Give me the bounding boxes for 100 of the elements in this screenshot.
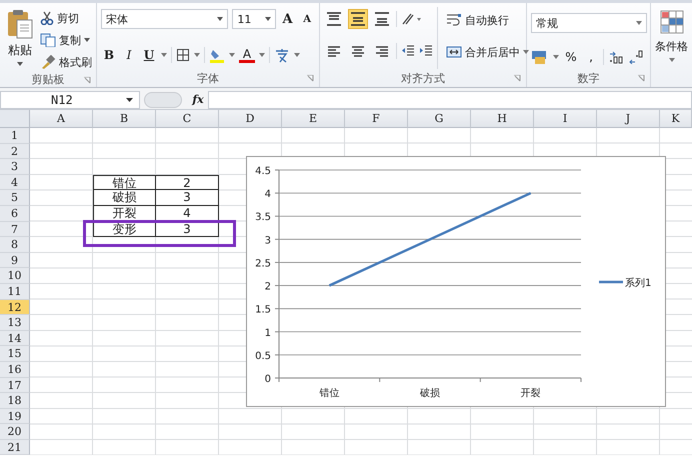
- borders-icon[interactable]: [176, 48, 190, 62]
- row-header[interactable]: 19: [0, 408, 30, 424]
- name-box[interactable]: N12: [0, 90, 140, 108]
- y-tick-label: 0: [264, 374, 271, 385]
- phonetic-icon[interactable]: [274, 47, 290, 63]
- table-cell: 错位: [93, 174, 156, 190]
- insert-function-button[interactable]: fx: [188, 93, 208, 106]
- y-tick-label: 4.5: [255, 166, 271, 177]
- x-tick-label: 破损: [420, 388, 440, 399]
- group-label: 剪贴板: [32, 72, 64, 86]
- bold-button[interactable]: B: [101, 46, 117, 64]
- font-name-field[interactable]: 宋体: [101, 9, 228, 29]
- table-cell: 3: [156, 190, 219, 206]
- align-icon: [351, 12, 365, 26]
- wrap-text-icon: [446, 13, 462, 27]
- increase-decimal-icon[interactable]: [608, 50, 624, 64]
- group-label: 对齐方式: [401, 70, 445, 86]
- column-header[interactable]: G: [408, 110, 471, 128]
- row-header[interactable]: 17: [0, 378, 30, 394]
- group-label: 字体: [197, 70, 219, 86]
- caret-icon: [217, 17, 224, 21]
- align-button[interactable]: [372, 9, 392, 29]
- font-size-field[interactable]: 11: [232, 9, 276, 29]
- caret-icon: [161, 53, 167, 57]
- x-tick-label: 错位: [319, 388, 340, 399]
- fill-bucket-icon[interactable]: [209, 47, 225, 63]
- orientation-icon[interactable]: [401, 12, 421, 26]
- legend-line: [599, 280, 623, 284]
- italic-button[interactable]: I: [121, 46, 137, 64]
- row-header[interactable]: 10: [0, 268, 30, 284]
- dialog-launcher-icon[interactable]: [638, 75, 645, 82]
- align-button[interactable]: [348, 9, 368, 29]
- currency-icon[interactable]: [531, 50, 549, 64]
- column-header[interactable]: B: [93, 110, 156, 128]
- row-header[interactable]: 2: [0, 144, 30, 160]
- table-cell: 2: [156, 174, 219, 190]
- align-button[interactable]: [324, 9, 344, 29]
- column-header[interactable]: J: [597, 110, 660, 128]
- decrease-decimal-icon[interactable]: [628, 50, 644, 64]
- merge-center-button[interactable]: 合并后居中: [446, 43, 529, 61]
- paste-button[interactable]: 粘贴: [4, 7, 36, 71]
- table-grid-icon: [658, 9, 684, 35]
- row-header[interactable]: 14: [0, 330, 30, 346]
- row-header[interactable]: 6: [0, 206, 30, 222]
- underline-button[interactable]: U: [141, 46, 157, 64]
- column-header[interactable]: I: [534, 110, 597, 128]
- caret-icon: [17, 62, 23, 66]
- row-header[interactable]: 3: [0, 159, 30, 175]
- cut-button[interactable]: 剪切: [40, 9, 92, 27]
- grow-font-button[interactable]: A: [280, 10, 296, 28]
- y-tick-label: 3.5: [255, 212, 271, 224]
- clipboard-icon: [6, 9, 34, 39]
- caret-icon: [294, 53, 300, 57]
- column-header[interactable]: F: [345, 110, 408, 128]
- row-header[interactable]: 15: [0, 346, 30, 362]
- dialog-launcher-icon[interactable]: [84, 77, 91, 84]
- shrink-font-button[interactable]: A: [299, 10, 315, 28]
- caret-icon: [668, 58, 674, 62]
- caret-icon: [229, 53, 235, 57]
- row-header[interactable]: 13: [0, 315, 30, 331]
- painter-button[interactable]: 格式刷: [40, 53, 92, 71]
- dialog-launcher-icon[interactable]: [514, 75, 521, 82]
- formula-bar-handle[interactable]: [144, 92, 182, 108]
- column-header[interactable]: K: [660, 110, 692, 128]
- copy-button[interactable]: 复制: [40, 31, 92, 49]
- column-header[interactable]: E: [282, 110, 345, 128]
- row-header[interactable]: 7: [0, 222, 30, 238]
- column-header[interactable]: A: [30, 110, 93, 128]
- group-label: 数字: [578, 70, 600, 86]
- row-header[interactable]: 5: [0, 190, 30, 206]
- formula-input[interactable]: [208, 90, 692, 108]
- font-color-button[interactable]: A: [239, 47, 255, 63]
- row-header[interactable]: 8: [0, 237, 30, 253]
- dialog-launcher-icon[interactable]: [307, 75, 314, 82]
- column-header[interactable]: D: [219, 110, 282, 128]
- legend-label: 系列1: [625, 278, 652, 289]
- row-header[interactable]: 9: [0, 252, 30, 268]
- column-header[interactable]: H: [471, 110, 534, 128]
- row-header[interactable]: 11: [0, 284, 30, 300]
- row-header[interactable]: 18: [0, 393, 30, 409]
- align-icon: [327, 44, 341, 58]
- percent-button[interactable]: %: [563, 48, 579, 66]
- comma-button[interactable]: ,: [583, 48, 599, 66]
- align-icon: [327, 12, 341, 26]
- caret-icon: [264, 17, 271, 21]
- y-tick-label: 4: [264, 189, 271, 200]
- caret-icon: [553, 55, 559, 59]
- column-header[interactable]: C: [156, 110, 219, 128]
- row-header[interactable]: 4: [0, 174, 30, 190]
- increase-indent-icon[interactable]: [419, 44, 433, 58]
- row-header[interactable]: 12: [0, 300, 30, 316]
- row-header[interactable]: 20: [0, 424, 30, 440]
- caret-icon: [194, 53, 200, 57]
- conditional-format-button[interactable]: 条件格: [651, 3, 692, 68]
- decrease-indent-icon[interactable]: [401, 44, 415, 58]
- row-header[interactable]: 21: [0, 440, 30, 456]
- wrap-text-button[interactable]: 自动换行: [446, 11, 529, 29]
- row-header[interactable]: 1: [0, 128, 30, 144]
- row-header[interactable]: 16: [0, 362, 30, 378]
- number-format-field[interactable]: 常规: [531, 13, 647, 33]
